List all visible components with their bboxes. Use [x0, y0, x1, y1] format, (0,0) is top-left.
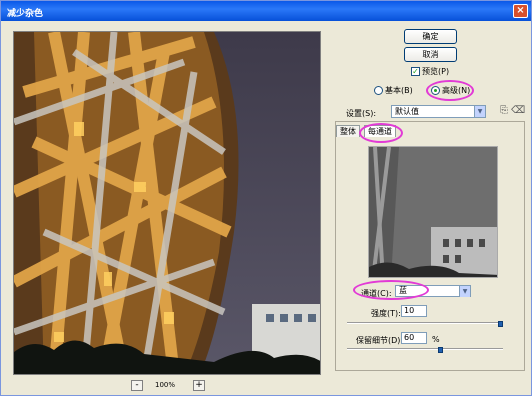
preview-photo — [14, 32, 320, 374]
preserve-details-slider-thumb[interactable] — [437, 347, 443, 353]
preview-checkbox[interactable]: ✓ 预览(P) — [411, 66, 449, 77]
chevron-down-icon[interactable]: ▼ — [474, 106, 485, 117]
image-preview[interactable] — [13, 31, 321, 375]
percent-unit: % — [432, 335, 440, 344]
strength-input[interactable]: 10 — [401, 305, 427, 317]
zoom-level: 100% — [155, 381, 176, 389]
mode-basic-label: 基本(B) — [385, 86, 413, 95]
channel-preview[interactable] — [368, 146, 498, 278]
dialog-title: 减少杂色 — [7, 9, 44, 19]
strength-slider[interactable] — [347, 322, 503, 324]
preserve-details-slider[interactable] — [347, 348, 503, 350]
channel-preview-photo — [369, 147, 497, 277]
tab-overall[interactable]: 整体 — [336, 125, 360, 137]
checkmark-icon[interactable]: ✓ — [411, 67, 420, 76]
highlight-circle — [359, 123, 403, 143]
preserve-details-input[interactable]: 60 — [401, 332, 427, 344]
preserve-details-label: 保留细节(D): — [356, 336, 404, 345]
highlight-circle — [353, 280, 429, 300]
trash-icon[interactable]: ⌫ — [511, 105, 525, 117]
strength-slider-thumb[interactable] — [498, 321, 503, 327]
zoom-out-button[interactable]: - — [131, 380, 143, 391]
cancel-button[interactable]: 取消 — [404, 47, 457, 62]
close-icon: × — [516, 5, 525, 16]
reduce-noise-dialog: 减少杂色 × - 100% + 确定 取消 ✓ 预览(P) 基本(B) 高级(N… — [0, 0, 532, 396]
settings-dropdown[interactable]: 默认值 ▼ — [391, 105, 486, 118]
strength-label: 强度(T): — [371, 309, 401, 318]
settings-label: 设置(S): — [346, 109, 377, 118]
highlight-circle — [426, 80, 474, 101]
save-settings-icon[interactable]: ⎘ — [498, 105, 510, 117]
close-button[interactable]: × — [513, 4, 528, 18]
ok-button[interactable]: 确定 — [404, 29, 457, 44]
zoom-in-button[interactable]: + — [193, 380, 205, 391]
settings-value: 默认值 — [395, 107, 419, 116]
preview-checkbox-label: 预览(P) — [422, 67, 450, 76]
title-bar: 减少杂色 × — [1, 1, 531, 21]
zoom-controls: - 100% + — [131, 380, 211, 392]
radio-icon[interactable] — [374, 86, 383, 95]
chevron-down-icon[interactable]: ▼ — [459, 286, 470, 297]
mode-basic-radio[interactable]: 基本(B) — [374, 85, 413, 96]
